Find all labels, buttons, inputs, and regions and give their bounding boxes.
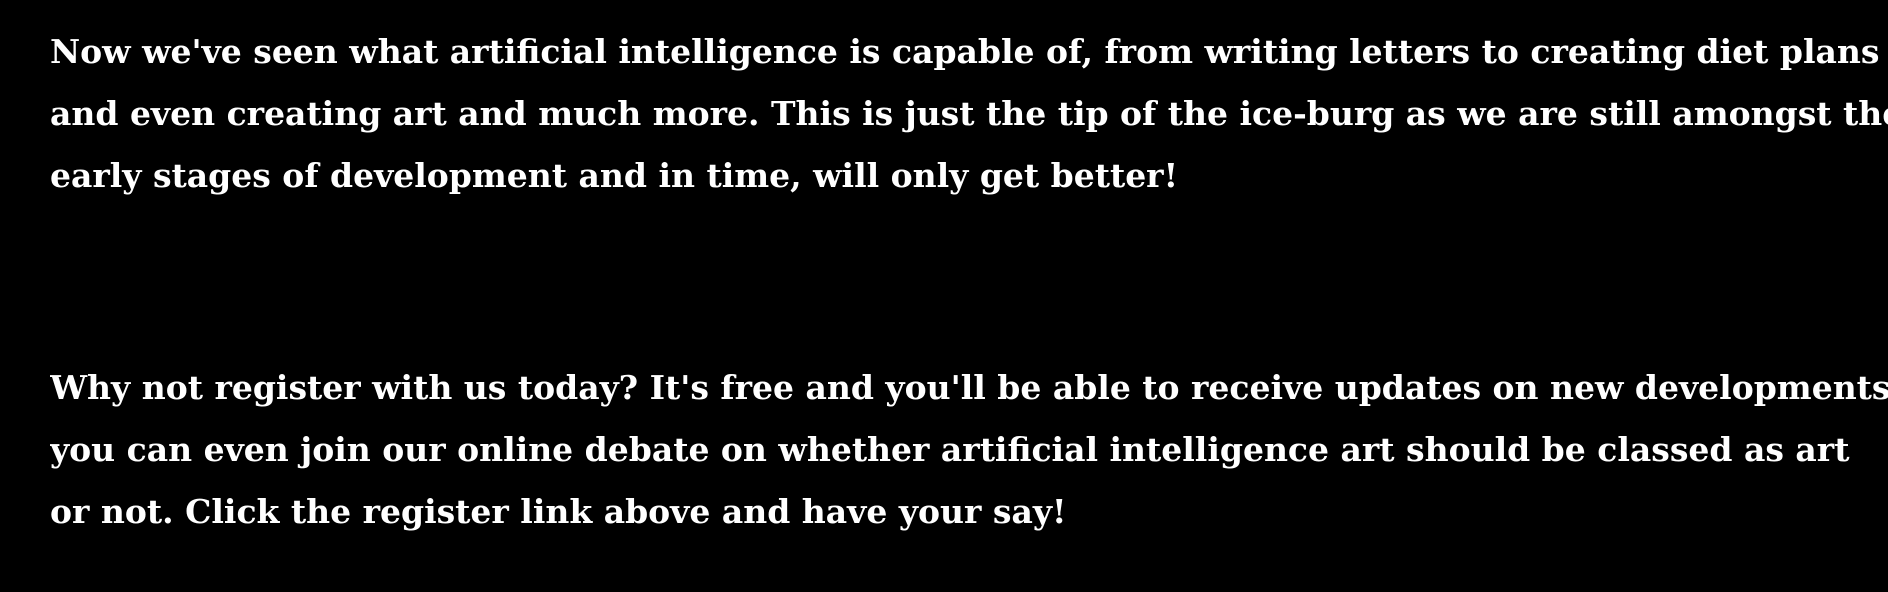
register-paragraph: Why not register with us today? It's fre…: [50, 357, 1888, 543]
intro-line: and even creating art and much more. Thi…: [50, 94, 1888, 133]
intro-line: Now we've seen what artificial intellige…: [50, 32, 1880, 71]
register-line: you can even join our online debate on w…: [50, 430, 1850, 469]
intro-paragraph: Now we've seen what artificial intellige…: [50, 21, 1888, 207]
register-line: Why not register with us today? It's fre…: [50, 368, 1888, 407]
page-content: Now we've seen what artificial intellige…: [0, 0, 1888, 592]
register-line: or not. Click the register link above an…: [50, 492, 1067, 531]
intro-line: early stages of development and in time,…: [50, 156, 1179, 195]
